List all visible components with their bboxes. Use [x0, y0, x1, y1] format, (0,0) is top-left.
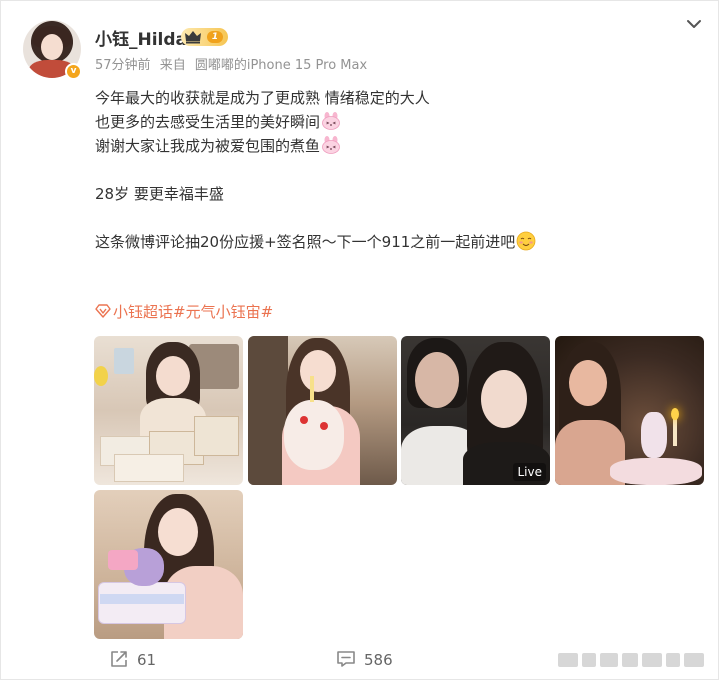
- post-source-prefix: 来自: [159, 58, 186, 73]
- post-time[interactable]: 57分钟前: [95, 58, 151, 73]
- photo-stellalou-cake[interactable]: [94, 490, 243, 639]
- blush-smile-emoji: [516, 231, 536, 251]
- bunny-emoji: [322, 112, 340, 130]
- live-badge: Live: [513, 463, 546, 481]
- verified-badge: v: [65, 63, 82, 80]
- chevron-down-icon[interactable]: [683, 13, 705, 35]
- post-meta: 57分钟前 来自 圆嘟嘟的iPhone 15 Pro Max: [95, 54, 372, 73]
- post-line: 谢谢大家让我成为被爱包围的煮鱼: [95, 134, 695, 158]
- post-line: 也更多的去感受生活里的美好瞬间: [95, 110, 695, 134]
- bunny-emoji: [322, 136, 340, 154]
- topic-links: 小钰超话#元气小钰宙#: [95, 301, 273, 322]
- post-line: 这条微博评论抽20份应援+签名照～下一个911之前一起前进吧: [95, 230, 695, 254]
- post-line: 28岁 要更幸福丰盛: [95, 185, 224, 203]
- post-source-device[interactable]: 圆嘟嘟的iPhone 15 Pro Max: [195, 58, 367, 73]
- level-badge[interactable]: 1: [181, 28, 228, 46]
- share-count: 61: [137, 651, 157, 669]
- post-line: 今年最大的收获就是成为了更成熟 情绪稳定的大人: [95, 89, 430, 107]
- topic-super[interactable]: 小钰超话: [113, 303, 173, 321]
- photo-candles[interactable]: [555, 336, 704, 485]
- photo-couple[interactable]: Live: [401, 336, 550, 485]
- photo-cake-pink-dress[interactable]: [248, 336, 397, 485]
- share-icon: [111, 651, 127, 667]
- photo-gifts[interactable]: [94, 336, 243, 485]
- topic-hashtag[interactable]: #元气小钰宙#: [173, 303, 273, 321]
- crown-icon: [185, 31, 201, 44]
- avatar-face: [41, 34, 63, 60]
- author-name[interactable]: 小钰_Hilda: [95, 25, 187, 50]
- super-topic-icon: [95, 304, 111, 318]
- post-text: 今年最大的收获就是成为了更成熟 情绪稳定的大人 也更多的去感受生活里的美好瞬间 …: [95, 86, 695, 254]
- comment-count: 586: [364, 651, 393, 669]
- share-button[interactable]: 61: [109, 649, 156, 669]
- comment-icon: [337, 651, 355, 667]
- comment-button[interactable]: 586: [336, 649, 393, 669]
- watermark-mosaic: [558, 653, 708, 667]
- level-number: 1: [207, 31, 223, 43]
- weibo-post-card: v 小钰_Hilda 1 57分钟前 来自 圆嘟嘟的iPhone 15 Pro …: [0, 0, 719, 680]
